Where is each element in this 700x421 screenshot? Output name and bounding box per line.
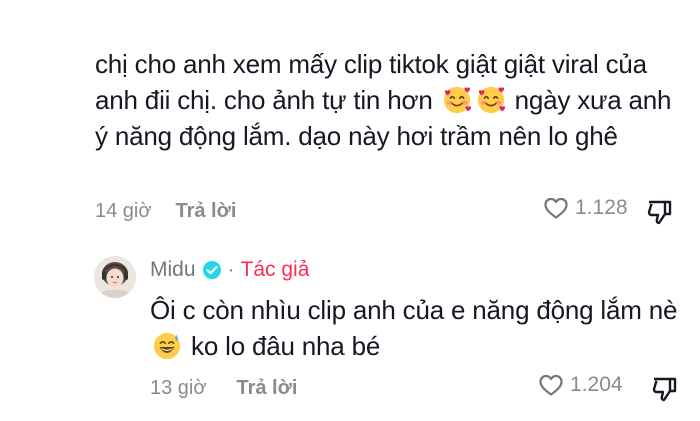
comment-like-button[interactable]: 1.128 (543, 196, 628, 220)
reply-reply-button[interactable]: Trả lời (236, 377, 297, 400)
avatar-image (94, 256, 136, 298)
reply-text-part1: Ôi c còn nhìu clip anh của e năng động l… (150, 295, 678, 325)
dislike-icon[interactable] (645, 198, 673, 226)
reply-like-count: 1.204 (570, 373, 623, 396)
reply-header: Midu · Tác giả (150, 258, 309, 282)
comment-reply-button[interactable]: Trả lời (175, 200, 236, 223)
comment-like-count: 1.128 (575, 196, 628, 219)
reply-text: Ôi c còn nhìu clip anh của e năng động l… (150, 292, 680, 364)
comment-text: chị cho anh xem mấy clip tiktok giật giậ… (95, 46, 685, 154)
grinning-face-with-sweat-icon (153, 332, 181, 360)
reply-meta: 13 giờ Trả lời (150, 373, 297, 403)
smiling-face-with-hearts-icon (443, 86, 471, 114)
dislike-icon[interactable] (650, 375, 678, 403)
reply-like-button[interactable]: 1.204 (538, 373, 623, 397)
heart-icon (539, 374, 563, 396)
heart-icon (544, 197, 568, 219)
reply-author[interactable]: Midu (150, 258, 196, 282)
verified-badge-icon (202, 261, 221, 279)
avatar[interactable] (94, 256, 136, 298)
comment-time: 14 giờ (95, 199, 152, 222)
reply-time: 13 giờ (150, 376, 207, 399)
comment-meta: 14 giờ Trả lời (95, 196, 236, 226)
separator-dot: · (227, 258, 235, 281)
author-role-badge: Tác giả (240, 258, 310, 281)
reply-text-part2: ko lo đâu nha bé (191, 331, 381, 361)
smiling-face-with-hearts-icon (477, 86, 505, 114)
